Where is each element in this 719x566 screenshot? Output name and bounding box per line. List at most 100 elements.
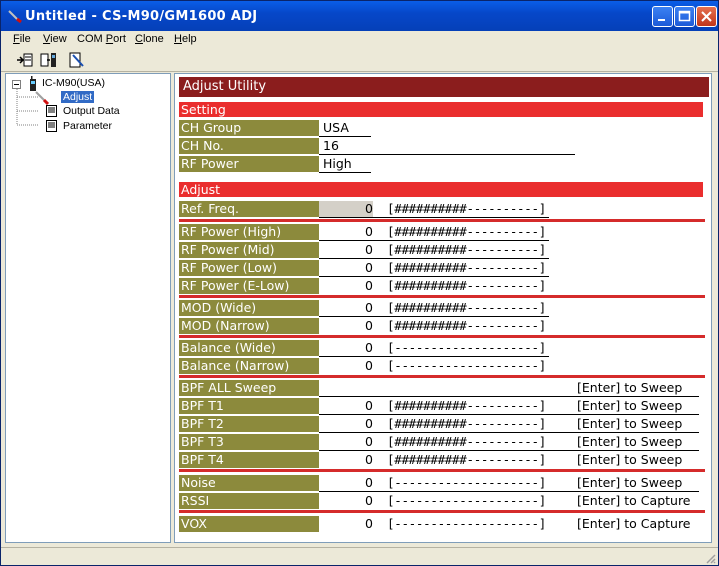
adjust-bar-bpf-t4: [##########----------] — [387, 452, 546, 467]
adjust-bar-bpf-t1: [##########----------] — [387, 398, 546, 413]
read-from-radio-icon[interactable] — [15, 51, 35, 69]
action-bpf-t4[interactable]: [Enter] to Sweep — [577, 452, 682, 468]
adjust-label-rf-power-mid: RF Power (Mid) — [179, 242, 319, 258]
adjust-bar-rf-power-low: [##########----------] — [387, 260, 546, 275]
adjust-label-balance-wide: Balance (Wide) — [179, 340, 319, 356]
title-bar[interactable]: Untitled - CS-M90/GM1600 ADJ — [1, 1, 718, 31]
toolbar — [1, 49, 718, 72]
underline — [319, 316, 549, 317]
adjust-label-rf-power-high: RF Power (High) — [179, 224, 319, 240]
underline — [319, 414, 699, 415]
document-icon — [46, 105, 57, 117]
adjust-value-balance-wide[interactable]: 0 — [319, 340, 373, 356]
adjust-bar-bpf-t3: [##########----------] — [387, 434, 546, 449]
adjust-label-bpf-t4: BPF T4 — [179, 452, 319, 468]
adjust-value-rf-power-high[interactable]: 0 — [319, 224, 373, 240]
action-bpf-all-sweep[interactable]: [Enter] to Sweep — [577, 380, 682, 396]
adjust-label-bpf-t2: BPF T2 — [179, 416, 319, 432]
adjust-value-rf-power-e-low[interactable]: 0 — [319, 278, 373, 294]
adjust-bar-rf-power-mid: [##########----------] — [387, 242, 546, 257]
minimize-button[interactable] — [652, 6, 673, 27]
adjust-label-bpf-t1: BPF T1 — [179, 398, 319, 414]
screwdriver-icon — [8, 10, 22, 23]
adjust-label-bpf-t3: BPF T3 — [179, 434, 319, 450]
adjust-tool-icon[interactable] — [67, 51, 87, 69]
adjust-bar-rf-power-high: [##########----------] — [387, 224, 546, 239]
adjust-bar-noise: [--------------------] — [387, 475, 546, 490]
setting-value-rf-power[interactable]: High — [323, 156, 352, 172]
adjust-label-bpf-all-sweep: BPF ALL Sweep — [179, 380, 319, 396]
adjust-value-bpf-t1[interactable]: 0 — [319, 398, 373, 414]
underline — [319, 136, 371, 137]
underline — [319, 240, 549, 241]
adjust-value-mod-narrow[interactable]: 0 — [319, 318, 373, 334]
adjust-bar-bpf-t2: [##########----------] — [387, 416, 546, 431]
adjust-bar-balance-wide: [--------------------] — [387, 340, 546, 355]
adjust-value-bpf-t4[interactable]: 0 — [319, 452, 373, 468]
adjust-bar-rf-power-e-low: [##########----------] — [387, 278, 546, 293]
underline — [319, 172, 371, 173]
underline — [319, 276, 549, 277]
close-button[interactable] — [696, 6, 717, 27]
status-bar — [1, 547, 718, 566]
menu-com-port[interactable]: COM Port — [77, 33, 126, 45]
adjust-label-noise: Noise — [179, 475, 319, 491]
adjust-bar-rssi: [--------------------] — [387, 493, 546, 508]
adjust-section-header: Adjust — [179, 182, 703, 197]
adjust-value-balance-narrow[interactable]: 0 — [319, 358, 373, 374]
underline — [319, 258, 549, 259]
tree-pane: IC-M90(USA) Adjust Output Data Parameter — [5, 73, 171, 543]
adjust-value-noise[interactable]: 0 — [319, 475, 373, 491]
adjust-value-ref-freq[interactable]: 0 — [319, 201, 373, 217]
menu-help[interactable]: Help — [174, 33, 197, 45]
action-vox[interactable]: [Enter] to Capture — [577, 516, 691, 532]
adjust-bar-ref-freq: [##########----------] — [387, 201, 546, 216]
tree-root[interactable]: IC-M90(USA) — [42, 77, 105, 89]
setting-label-rf-power: RF Power — [179, 156, 319, 172]
adjust-label-ref-freq: Ref. Freq. — [179, 201, 319, 217]
adjust-value-mod-wide[interactable]: 0 — [319, 300, 373, 316]
tree-item-output-data[interactable]: Output Data — [63, 105, 120, 117]
adjust-value-rf-power-low[interactable]: 0 — [319, 260, 373, 276]
maximize-icon — [678, 10, 691, 22]
underline — [319, 491, 699, 492]
underline — [319, 396, 699, 397]
tree-item-adjust[interactable]: Adjust — [61, 91, 95, 103]
setting-section-header: Setting — [179, 102, 703, 117]
adjust-value-bpf-t3[interactable]: 0 — [319, 434, 373, 450]
separator — [179, 295, 705, 298]
maximize-button[interactable] — [674, 6, 695, 27]
adjust-value-rf-power-mid[interactable]: 0 — [319, 242, 373, 258]
action-rssi[interactable]: [Enter] to Capture — [577, 493, 691, 509]
separator — [179, 375, 705, 378]
separator — [179, 219, 705, 222]
adjust-bar-mod-wide: [##########----------] — [387, 300, 546, 315]
action-noise[interactable]: [Enter] to Sweep — [577, 475, 682, 491]
action-bpf-t1[interactable]: [Enter] to Sweep — [577, 398, 682, 414]
screwdriver-icon — [35, 91, 50, 105]
adjust-label-mod-narrow: MOD (Narrow) — [179, 318, 319, 334]
menu-clone[interactable]: Clone — [135, 33, 164, 45]
adjust-value-vox[interactable]: 0 — [319, 516, 373, 532]
setting-value-ch-group[interactable]: USA — [323, 120, 349, 136]
write-to-radio-icon[interactable] — [39, 51, 59, 69]
collapse-icon[interactable] — [12, 80, 21, 89]
action-bpf-t2[interactable]: [Enter] to Sweep — [577, 416, 682, 432]
underline — [319, 154, 575, 155]
adjust-value-bpf-t2[interactable]: 0 — [319, 416, 373, 432]
adjust-value-rssi[interactable]: 0 — [319, 493, 373, 509]
menu-view[interactable]: View — [43, 33, 67, 45]
setting-value-ch-no[interactable]: 16 — [323, 138, 339, 154]
adjust-label-vox: VOX — [179, 516, 319, 532]
action-bpf-t3[interactable]: [Enter] to Sweep — [577, 434, 682, 450]
separator — [179, 335, 705, 338]
underline — [319, 356, 549, 357]
adjust-label-rf-power-e-low: RF Power (E-Low) — [179, 278, 319, 294]
menu-file[interactable]: File — [13, 33, 31, 45]
separator — [179, 469, 705, 472]
tree-item-parameter[interactable]: Parameter — [63, 120, 112, 132]
resize-grip-icon[interactable] — [704, 552, 716, 564]
underline — [319, 432, 699, 433]
adjust-bar-balance-narrow: [--------------------] — [387, 358, 546, 373]
adjust-label-rssi: RSSI — [179, 493, 319, 509]
